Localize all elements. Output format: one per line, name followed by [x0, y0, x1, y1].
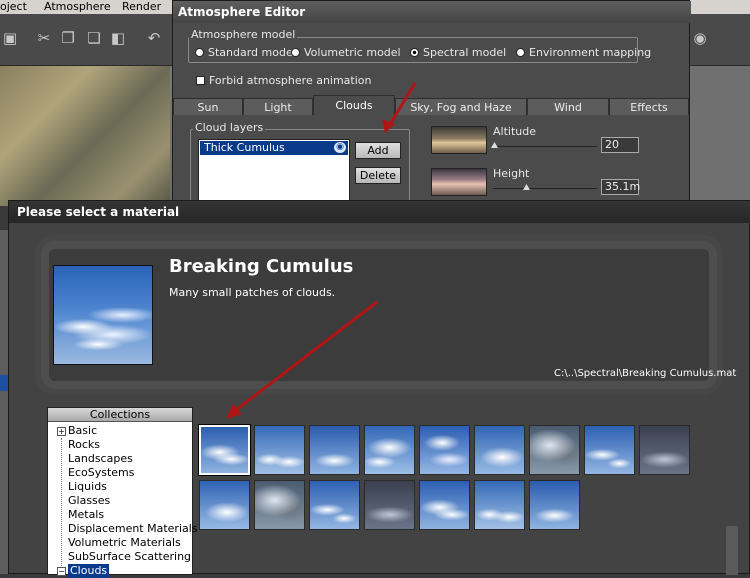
- paste-icon[interactable]: ❏: [84, 28, 104, 48]
- radio-label: Standard model: [208, 46, 296, 59]
- material-name: Breaking Cumulus: [169, 256, 354, 277]
- material-thumbnail[interactable]: [529, 480, 580, 530]
- material-thumbnail[interactable]: [419, 425, 470, 475]
- copy-icon[interactable]: ❐: [58, 28, 78, 48]
- viewport-terrain: [0, 66, 170, 206]
- material-thumbnail[interactable]: [254, 425, 305, 475]
- material-thumbnail[interactable]: [364, 425, 415, 475]
- material-thumbnail[interactable]: [309, 480, 360, 530]
- checkbox-label: Forbid atmosphere animation: [209, 74, 372, 87]
- cut-icon[interactable]: ✂: [34, 28, 54, 48]
- altitude-preview: [431, 126, 487, 154]
- radio-spectral-model[interactable]: Spectral model: [410, 46, 506, 59]
- height-slider[interactable]: [493, 188, 597, 189]
- radio-volumetric-model[interactable]: Volumetric model: [291, 46, 401, 59]
- dialog-scrollbar[interactable]: [726, 526, 738, 575]
- collection-subsurface[interactable]: SubSurface Scattering: [68, 550, 191, 564]
- height-label: Height: [493, 167, 530, 180]
- menu-object[interactable]: oject: [0, 0, 27, 14]
- tab-effects[interactable]: Effects: [609, 98, 689, 115]
- material-dialog: Please select a material Breaking Cumulu…: [8, 200, 750, 578]
- material-thumbnail[interactable]: [309, 425, 360, 475]
- material-thumbnail[interactable]: [419, 480, 470, 530]
- atmosphere-tabs: Sun Light Clouds Sky, Fog and Haze Wind …: [173, 95, 689, 115]
- cloud-layer-name: Thick Cumulus: [204, 141, 285, 154]
- collection-landscapes[interactable]: Landscapes: [68, 452, 133, 466]
- material-path: C:\..\Spectral\Breaking Cumulus.mat: [554, 368, 737, 379]
- material-thumbnail[interactable]: [529, 425, 580, 475]
- viewport-right-area: [690, 66, 750, 206]
- material-thumbnail[interactable]: [474, 425, 525, 475]
- collection-basic[interactable]: Basic: [68, 424, 97, 438]
- cloud-layers-legend: Cloud layers: [193, 121, 266, 134]
- material-dialog-title: Please select a material: [9, 201, 750, 223]
- radio-standard-model[interactable]: Standard model: [195, 46, 296, 59]
- checkbox-icon: [196, 76, 205, 85]
- menu-render[interactable]: Render: [122, 0, 161, 14]
- forbid-animation-checkbox[interactable]: Forbid atmosphere animation: [196, 74, 372, 87]
- eye-icon[interactable]: ◉: [334, 142, 346, 153]
- material-thumbnail[interactable]: [584, 425, 635, 475]
- material-thumbnail[interactable]: [199, 480, 250, 530]
- collection-clouds[interactable]: Clouds: [68, 564, 110, 578]
- material-thumbnail[interactable]: [198, 424, 251, 476]
- layers-icon[interactable]: ▣: [0, 28, 20, 48]
- material-thumbnail[interactable]: [364, 480, 415, 530]
- collection-metals[interactable]: Metals: [68, 508, 104, 522]
- delete-button[interactable]: Delete: [355, 167, 401, 184]
- radio-label: Spectral model: [423, 46, 507, 59]
- collection-glasses[interactable]: Glasses: [68, 494, 110, 508]
- height-preview: [431, 168, 487, 196]
- tab-sky-fog-haze[interactable]: Sky, Fog and Haze: [395, 98, 527, 115]
- add-button[interactable]: Add: [355, 142, 401, 159]
- altitude-slider[interactable]: [493, 146, 597, 147]
- height-value[interactable]: 35.1m: [601, 179, 640, 195]
- cube-icon[interactable]: ◧: [108, 28, 128, 48]
- radio-dot-icon: [410, 48, 419, 57]
- collection-volumetric[interactable]: Volumetric Materials: [68, 536, 181, 550]
- collapse-minus-icon[interactable]: −: [57, 567, 66, 576]
- altitude-label: Altitude: [493, 125, 536, 138]
- radio-label: Volumetric model: [304, 46, 401, 59]
- expand-plus-icon[interactable]: +: [57, 427, 66, 436]
- tab-wind[interactable]: Wind: [527, 98, 609, 115]
- collection-displacement[interactable]: Displacement Materials: [68, 522, 198, 536]
- collection-liquids[interactable]: Liquids: [68, 480, 107, 494]
- material-description: Many small patches of clouds.: [169, 286, 336, 299]
- radio-dot-icon: [195, 48, 204, 57]
- material-preview-image: [53, 265, 153, 365]
- radio-dot-icon: [291, 48, 300, 57]
- atmosphere-editor-title: Atmosphere Editor: [173, 1, 691, 23]
- render-icon[interactable]: ◉: [690, 28, 710, 48]
- tab-clouds[interactable]: Clouds: [313, 95, 395, 115]
- radio-label: Environment mapping: [529, 46, 652, 59]
- undo-icon[interactable]: ↶: [144, 28, 164, 48]
- atmosphere-editor-window: Atmosphere Editor Atmosphere model Stand…: [172, 0, 691, 209]
- tree-connector: [61, 438, 62, 574]
- collection-ecosystems[interactable]: EcoSystems: [68, 466, 134, 480]
- tab-sun[interactable]: Sun: [173, 98, 243, 115]
- menu-atmosphere[interactable]: Atmosphere: [44, 0, 111, 14]
- tab-light[interactable]: Light: [243, 98, 313, 115]
- material-thumbnail[interactable]: [639, 425, 690, 475]
- atmosphere-model-legend: Atmosphere model: [189, 28, 298, 41]
- collection-rocks[interactable]: Rocks: [68, 438, 100, 452]
- radio-dot-icon: [516, 48, 525, 57]
- cloud-layers-list[interactable]: Thick Cumulus ◉: [198, 139, 350, 205]
- altitude-value[interactable]: 20: [601, 137, 639, 153]
- material-thumbnail[interactable]: [254, 480, 305, 530]
- collections-tree[interactable]: Collections + Basic Rocks Landscapes Eco…: [47, 407, 198, 578]
- material-thumbnail[interactable]: [474, 480, 525, 530]
- collections-header: Collections: [48, 408, 192, 422]
- radio-environment-mapping[interactable]: Environment mapping: [516, 46, 651, 59]
- cloud-layer-item[interactable]: Thick Cumulus ◉: [200, 141, 348, 155]
